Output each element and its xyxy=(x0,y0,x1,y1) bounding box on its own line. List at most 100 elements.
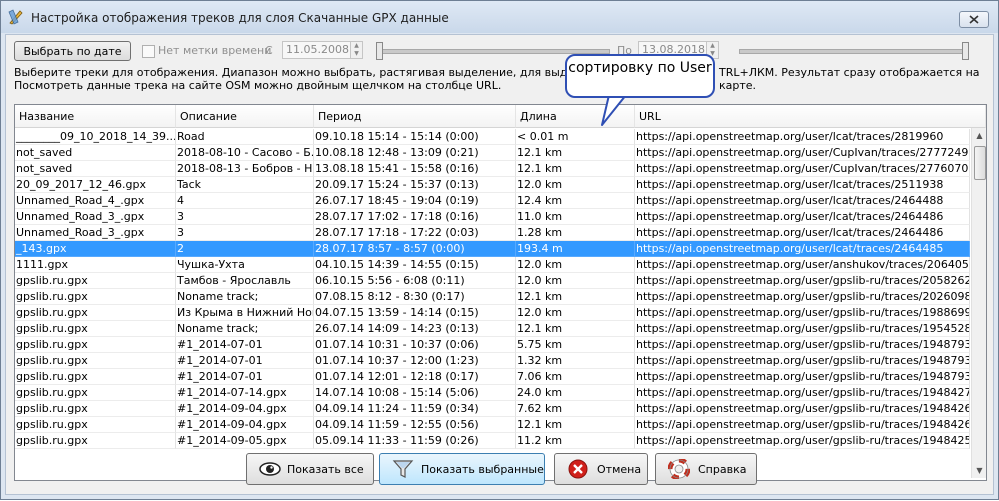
cell-period: 26.07.17 18:45 - 19:04 (0:19) xyxy=(314,193,516,209)
table-row[interactable]: Unnamed_Road_3_.gpx 3 28.07.17 17:18 - 17:… xyxy=(15,225,970,241)
window-title: Настройка отображения треков для слоя Ск… xyxy=(31,11,449,25)
table-row[interactable]: gpslib.ru.gpx Noname track; 26.07.14 14:09… xyxy=(15,321,970,337)
cell-length: 12.1 km xyxy=(516,417,635,433)
to-slider-thumb[interactable] xyxy=(962,42,969,60)
cell-name: gpslib.ru.gpx xyxy=(15,273,176,289)
cell-length: 12.0 km xyxy=(516,177,635,193)
table-row[interactable]: Unnamed_Road_3_.gpx 3 28.07.17 17:02 - 17:… xyxy=(15,209,970,225)
table-row[interactable]: gpslib.ru.gpx #1_2014-09-04.gpx 04.09.14 1… xyxy=(15,417,970,433)
cancel-button[interactable]: Отмена xyxy=(554,453,648,485)
cell-period: 28.07.17 8:57 - 8:57 (0:00) xyxy=(314,241,516,257)
title-bar[interactable]: Настройка отображения треков для слоя Ск… xyxy=(1,1,998,33)
cell-description: #1_2014-09-05.gpx xyxy=(176,433,314,449)
table-row[interactable]: ________09_10_2018_14_39... Road 09.10.18 … xyxy=(15,129,970,145)
cell-length: 12.1 km xyxy=(516,161,635,177)
close-button[interactable] xyxy=(959,11,989,28)
cell-url: https://api.openstreetmap.org/user/CupIv… xyxy=(635,161,970,177)
cell-period: 13.08.18 15:41 - 15:58 (0:16) xyxy=(314,161,516,177)
table-row[interactable]: gpslib.ru.gpx #1_2014-09-05.gpx 05.09.14 1… xyxy=(15,433,970,449)
table-row[interactable]: gpslib.ru.gpx Тамбов - Ярославль 06.10.15 … xyxy=(15,273,970,289)
cell-length: 24.0 km xyxy=(516,385,635,401)
cell-url: https://api.openstreetmap.org/user/lcat/… xyxy=(635,129,970,145)
cell-length: 1.28 km xyxy=(516,225,635,241)
column-header-length[interactable]: Длина xyxy=(516,105,635,128)
cell-period: 04.09.14 11:24 - 11:59 (0:34) xyxy=(314,401,516,417)
table-row[interactable]: Unnamed_Road_4_.gpx 4 26.07.17 18:45 - 19:… xyxy=(15,193,970,209)
cell-name: gpslib.ru.gpx xyxy=(15,289,176,305)
from-date-spinner[interactable]: ▲ ▼ xyxy=(350,41,363,59)
scroll-thumb[interactable] xyxy=(974,146,986,180)
show-all-button[interactable]: Показать все xyxy=(246,453,374,485)
table-row[interactable]: _143.gpx 2 28.07.17 8:57 - 8:57 (0:00) 193.… xyxy=(15,241,970,257)
cell-description: #1_2014-07-14.gpx xyxy=(176,385,314,401)
dialog-window: Настройка отображения треков для слоя Ск… xyxy=(0,0,999,500)
help-button[interactable]: Справка xyxy=(655,453,757,485)
table-row[interactable]: gpslib.ru.gpx #1_2014-07-01 01.07.14 10:37… xyxy=(15,353,970,369)
cell-length: 11.0 km xyxy=(516,209,635,225)
table-row[interactable]: 20_09_2017_12_46.gpx Tack 20.09.17 15:24 -… xyxy=(15,177,970,193)
table-row[interactable]: 1111.gpx Чушка-Ухта 04.10.15 14:39 - 14:55… xyxy=(15,257,970,273)
callout-annotation: сортировку по User xyxy=(565,54,715,98)
table-row[interactable]: gpslib.ru.gpx #1_2014-07-01 01.07.14 12:01… xyxy=(15,369,970,385)
cell-length: 12.1 km xyxy=(516,289,635,305)
cell-url: https://api.openstreetmap.org/user/lcat/… xyxy=(635,241,970,257)
cell-url: https://api.openstreetmap.org/user/gpsli… xyxy=(635,337,970,353)
scroll-down-icon[interactable]: ▼ xyxy=(972,463,986,478)
column-header-period[interactable]: Период xyxy=(314,105,516,128)
scroll-up-icon[interactable]: ▲ xyxy=(972,128,986,143)
table-row[interactable]: gpslib.ru.gpx Из Крыма в Нижний Нов... 04.… xyxy=(15,305,970,321)
cell-url: https://api.openstreetmap.org/user/lcat/… xyxy=(635,193,970,209)
cell-period: 01.07.14 10:31 - 10:37 (0:06) xyxy=(314,337,516,353)
cell-url: https://api.openstreetmap.org/user/lcat/… xyxy=(635,177,970,193)
cell-length: 5.75 km xyxy=(516,337,635,353)
cell-url: https://api.openstreetmap.org/user/gpsli… xyxy=(635,305,970,321)
cell-description: 3 xyxy=(176,225,314,241)
table-row[interactable]: not_saved 2018-08-10 - Сасово - Б... 10.08… xyxy=(15,145,970,161)
no-timestamp-label: Нет метки времени xyxy=(158,44,272,57)
cell-name: gpslib.ru.gpx xyxy=(15,321,176,337)
from-date-field[interactable]: 11.05.2008 xyxy=(282,41,351,59)
from-label: С xyxy=(265,44,273,57)
cell-length: 7.62 km xyxy=(516,401,635,417)
cell-name: _143.gpx xyxy=(15,241,176,257)
cell-url: https://api.openstreetmap.org/user/gpsli… xyxy=(635,417,970,433)
table-row[interactable]: gpslib.ru.gpx Noname track; 07.08.15 8:12 … xyxy=(15,289,970,305)
table-row[interactable]: not_saved 2018-08-13 - Бобров - Н... 13.08… xyxy=(15,161,970,177)
cell-description: 3 xyxy=(176,209,314,225)
table-row[interactable]: gpslib.ru.gpx #1_2014-07-01 01.07.14 10:31… xyxy=(15,337,970,353)
table-row[interactable]: gpslib.ru.gpx #1_2014-07-14.gpx 14.07.14 1… xyxy=(15,385,970,401)
cell-url: https://api.openstreetmap.org/user/gpsli… xyxy=(635,385,970,401)
show-selected-button[interactable]: Показать выбранные xyxy=(379,453,545,485)
cell-length: 12.0 km xyxy=(516,273,635,289)
cell-period: 28.07.17 17:18 - 17:22 (0:03) xyxy=(314,225,516,241)
cell-description: 2018-08-10 - Сасово - Б... xyxy=(176,145,314,161)
column-header-name[interactable]: Название xyxy=(15,105,176,128)
cell-period: 10.08.18 12:48 - 13:09 (0:21) xyxy=(314,145,516,161)
from-slider-thumb[interactable] xyxy=(376,42,383,60)
cell-name: Unnamed_Road_3_.gpx xyxy=(15,209,176,225)
cell-length: 12.1 km xyxy=(516,321,635,337)
table-scrollbar[interactable]: ▲ ▼ xyxy=(971,128,986,478)
cell-description: 4 xyxy=(176,193,314,209)
eye-icon xyxy=(259,462,281,476)
dialog-client: Выбрать по дате Нет метки времени С 11.0… xyxy=(5,34,994,495)
cell-description: Тамбов - Ярославль xyxy=(176,273,314,289)
cell-url: https://api.openstreetmap.org/user/anshu… xyxy=(635,257,970,273)
cancel-label: Отмена xyxy=(597,463,642,476)
cell-description: #1_2014-07-01 xyxy=(176,369,314,385)
to-date-slider[interactable] xyxy=(739,49,969,54)
show-all-label: Показать все xyxy=(287,463,364,476)
cell-period: 28.07.17 17:02 - 17:18 (0:16) xyxy=(314,209,516,225)
table-row[interactable]: gpslib.ru.gpx #1_2014-09-04.gpx 04.09.14 1… xyxy=(15,401,970,417)
cell-name: gpslib.ru.gpx xyxy=(15,385,176,401)
cell-url: https://api.openstreetmap.org/user/gpsli… xyxy=(635,321,970,337)
no-timestamp-checkbox[interactable] xyxy=(142,45,155,58)
cell-length: < 0.01 m xyxy=(516,129,635,145)
select-by-date-button[interactable]: Выбрать по дате xyxy=(14,41,131,61)
cell-description: Чушка-Ухта xyxy=(176,257,314,273)
cell-period: 07.08.15 8:12 - 8:30 (0:17) xyxy=(314,289,516,305)
tracks-table[interactable]: Название Описание Период Длина URL _____… xyxy=(14,104,987,481)
column-header-url[interactable]: URL xyxy=(635,105,986,128)
cell-period: 04.10.15 14:39 - 14:55 (0:15) xyxy=(314,257,516,273)
column-header-description[interactable]: Описание xyxy=(176,105,314,128)
